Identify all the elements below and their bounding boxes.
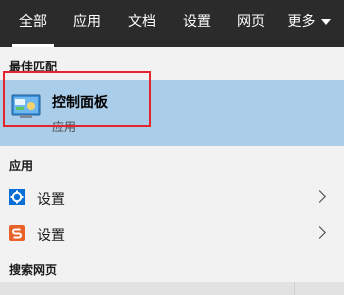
search-tab-bar: 全部 应用 文档 设置 网页 更多: [0, 0, 344, 47]
app-item-settings[interactable]: 设置: [0, 180, 344, 216]
tab-documents[interactable]: 文档: [121, 0, 163, 47]
tab-all[interactable]: 全部: [12, 0, 54, 47]
tab-apps[interactable]: 应用: [66, 0, 108, 47]
app-item-label: 设置: [37, 192, 65, 208]
tab-settings-label: 设置: [183, 14, 211, 30]
web-search-result[interactable]: [0, 282, 344, 295]
divider: [294, 282, 295, 295]
tab-web[interactable]: 网页: [230, 0, 272, 47]
tab-all-label: 全部: [19, 14, 47, 30]
chevron-right-icon[interactable]: [313, 190, 326, 203]
tab-settings[interactable]: 设置: [176, 0, 218, 47]
tab-apps-label: 应用: [73, 14, 101, 30]
tab-documents-label: 文档: [128, 14, 156, 30]
settings-s-icon: [9, 225, 25, 241]
section-web-search: 搜索网页: [9, 263, 58, 277]
app-item-label: 设置: [37, 228, 65, 244]
chevron-right-icon[interactable]: [313, 226, 326, 239]
chevron-down-icon: [320, 19, 331, 25]
highlight-box: [3, 71, 151, 127]
tab-web-label: 网页: [237, 14, 265, 30]
tab-more-label: 更多: [287, 14, 316, 30]
app-item-settings-2[interactable]: 设置: [0, 216, 344, 252]
section-apps: 应用: [9, 159, 34, 173]
gear-icon: [9, 189, 25, 205]
tab-more[interactable]: 更多: [281, 0, 337, 47]
